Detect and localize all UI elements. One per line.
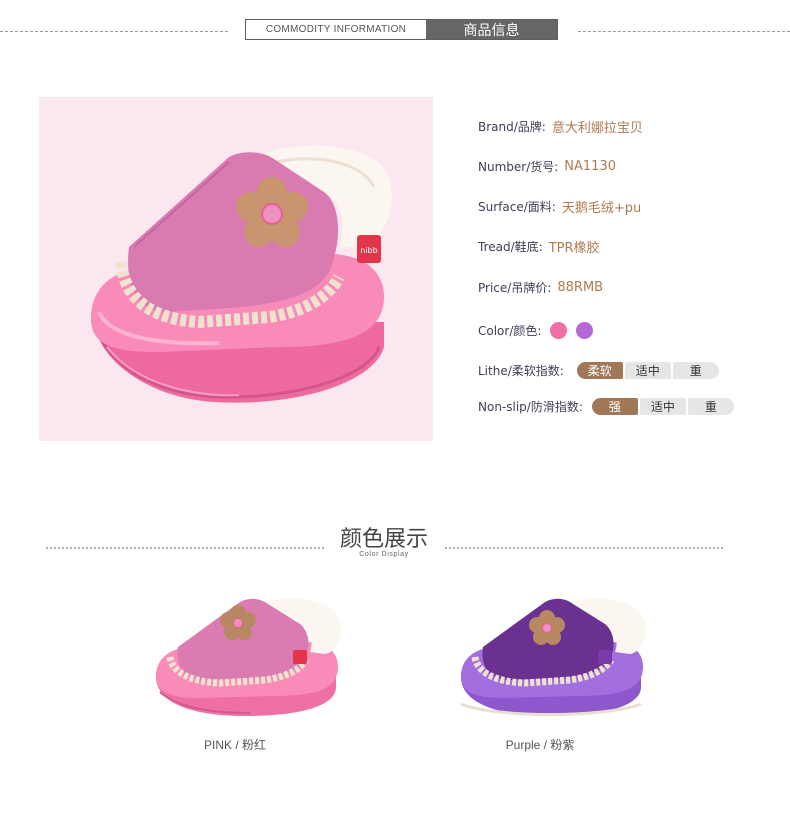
spec-key: Lithe/柔软指数:: [478, 363, 564, 378]
spec-color: Color/颜色:: [478, 320, 594, 340]
section-header: COMMODITY INFORMATION 商品信息: [245, 19, 558, 40]
nonslip-level-strong: 强: [591, 397, 638, 415]
spec-key: Non-slip/防滑指数:: [478, 399, 583, 414]
nonslip-level-medium: 适中: [639, 397, 686, 415]
header-divider-right: [578, 31, 790, 32]
product-main-image: nibb: [39, 97, 433, 441]
spec-value: NA1130: [564, 158, 616, 174]
spec-lithe: Lithe/柔软指数: 柔软 适中 重: [478, 360, 721, 380]
spec-tread: Tread/鞋底: TPR橡胶: [478, 236, 600, 256]
pink-shoe-thumb-image: [156, 598, 341, 716]
spec-number: Number/货号: NA1130: [478, 156, 616, 176]
nonslip-level-heavy: 重: [687, 397, 734, 415]
color-display-divider-left: [46, 547, 324, 549]
color-swatch-purple[interactable]: [576, 321, 594, 339]
spec-surface: Surface/面料: 天鹅毛绒+pu: [478, 196, 641, 216]
spec-key: Tread/鞋底:: [478, 239, 543, 254]
spec-brand: Brand/品牌: 意大利娜拉宝贝: [478, 116, 643, 136]
spec-value: 天鹅毛绒+pu: [561, 200, 642, 216]
header-en-label: COMMODITY INFORMATION: [246, 20, 426, 39]
color-display-title: 颜色展示: [339, 527, 428, 552]
lithe-level-heavy: 重: [672, 361, 719, 379]
svg-text:nibb: nibb: [360, 246, 377, 255]
spec-key: Number/货号:: [478, 159, 559, 174]
color-thumb-pink[interactable]: [150, 592, 345, 726]
color-caption-purple: Purple / 粉紫: [505, 738, 575, 752]
spec-key: Surface/面料:: [478, 199, 556, 214]
spec-key: Price/吊牌价:: [478, 280, 552, 295]
spec-value: 88RMB: [557, 279, 604, 295]
spec-value: 意大利娜拉宝贝: [551, 120, 643, 136]
header-cn-label: 商品信息: [426, 20, 557, 39]
spec-key: Color/颜色:: [478, 323, 542, 338]
spec-nonslip: Non-slip/防滑指数: 强 适中 重: [478, 396, 736, 416]
lithe-level-soft: 柔软: [576, 361, 623, 379]
color-thumb-purple[interactable]: [455, 592, 650, 726]
color-swatch-pink[interactable]: [550, 321, 568, 339]
spec-value: TPR橡胶: [548, 240, 600, 256]
nonslip-scale: 强 适中 重: [591, 397, 736, 415]
header-divider-left: [0, 31, 228, 32]
lithe-level-medium: 适中: [624, 361, 671, 379]
color-caption-pink: PINK / 粉红: [203, 738, 266, 752]
spec-price: Price/吊牌价: 88RMB: [478, 277, 603, 297]
color-display-subtitle: Color Display: [359, 551, 409, 558]
purple-shoe-thumb-image: [460, 598, 646, 716]
lithe-scale: 柔软 适中 重: [576, 361, 721, 379]
color-display-divider-right: [445, 547, 723, 549]
pink-shoe-illustration: nibb: [90, 145, 392, 403]
spec-key: Brand/品牌:: [478, 119, 546, 134]
